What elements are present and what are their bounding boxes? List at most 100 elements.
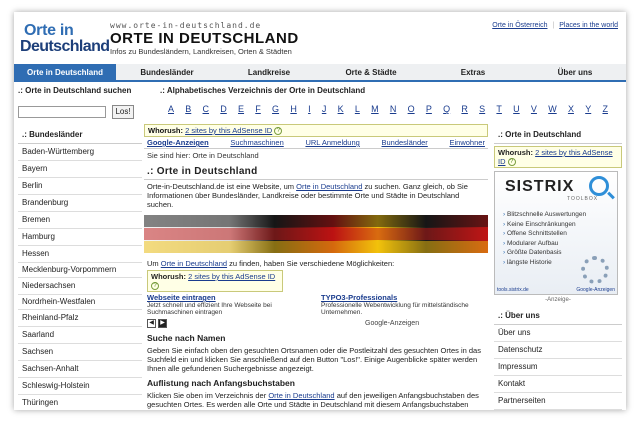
sistrix-feature: Größte Datenbasis (503, 248, 586, 258)
ad-webseite-eintragen[interactable]: Webseite eintragen Jetzt schnell und eff… (147, 294, 297, 317)
bundeslaender-list: Baden-Württemberg Bayern Berlin Brandenburg… (18, 144, 142, 410)
alphabet-letter-z[interactable]: Z (602, 104, 608, 114)
alphabet-letter-i[interactable]: I (308, 104, 311, 114)
alphabet-letter-h[interactable]: H (290, 104, 297, 114)
right-sidebar-heading: .: Orte in Deutschland (494, 124, 622, 144)
alphabet-letter-s[interactable]: S (479, 104, 485, 114)
ad-link-url-anmeldung[interactable]: URL Anmeldung (305, 138, 359, 147)
whorush-link[interactable]: 2 sites by this AdSense ID (185, 126, 272, 135)
sistrix-google-ads[interactable]: Google-Anzeigen (576, 287, 615, 293)
nav-orte-staedte[interactable]: Orte & Städte (320, 64, 422, 80)
alphabet-index: A B CD E F G H I J K L M N O P Q R S T U V W X Y Z (168, 104, 608, 114)
help-icon[interactable]: ? (507, 158, 516, 167)
site-subtitle: Infos zu Bundesländern, Landkreisen, Ort… (110, 47, 292, 56)
sistrix-url[interactable]: tools.sistrix.de (497, 287, 529, 293)
alphabet-letter-c[interactable]: C (203, 104, 210, 114)
google-ads-label[interactable]: Google-Anzeigen (365, 320, 419, 327)
alphabet-letter-n[interactable]: N (390, 104, 397, 114)
sidebar-item-rheinland-pfalz[interactable]: Rheinland-Pfalz (18, 310, 142, 327)
site-title: ORTE IN DEUTSCHLAND (110, 30, 299, 47)
site-url: www.orte-in-deutschland.de (110, 21, 262, 30)
ad-typo3-professionals[interactable]: TYPO3-Professionals Professionelle Weben… (321, 294, 471, 317)
ad-navigation: ◀ ▶ Google-Anzeigen (144, 317, 488, 330)
right-link-impressum[interactable]: Impressum (494, 359, 622, 377)
whorush-link-2[interactable]: 2 sites by this AdSense ID (188, 272, 275, 281)
ad-title[interactable]: Webseite eintragen (147, 294, 297, 302)
ad-link-google-anzeigen[interactable]: Google-Anzeigen (147, 138, 209, 147)
alphabet-letter-v[interactable]: V (531, 104, 537, 114)
help-icon[interactable]: ? (151, 282, 159, 291)
alphabet-letter-u[interactable]: U (513, 104, 520, 114)
sidebar-item-bayern[interactable]: Bayern (18, 161, 142, 178)
find-link[interactable]: Orte in Deutschland (161, 259, 227, 268)
sistrix-feature: Offene Schnittstellen (503, 229, 586, 239)
nav-landkreise[interactable]: Landkreise (218, 64, 320, 80)
right-link-partnerseiten[interactable]: Partnerseiten (494, 393, 622, 410)
top-links-separator: | (552, 22, 555, 29)
sidebar-item-th-ringen[interactable]: Thüringen (18, 395, 142, 410)
alphabet-letter-f[interactable]: F (255, 104, 261, 114)
search-button[interactable]: Los! (112, 105, 134, 119)
intro-link[interactable]: Orte in Deutschland (296, 182, 362, 191)
sidebar-item-bremen[interactable]: Bremen (18, 212, 142, 229)
alphabet-letter-t[interactable]: T (496, 104, 502, 114)
ad-title[interactable]: TYPO3-Professionals (321, 294, 471, 302)
alphabet-letter-p[interactable]: P (426, 104, 432, 114)
alphabet-letter-m[interactable]: M (371, 104, 379, 114)
alphabet-letter-q[interactable]: Q (443, 104, 450, 114)
nav-extras[interactable]: Extras (422, 64, 524, 80)
gear-icon (581, 256, 609, 285)
nav-orte-in-deutschland[interactable]: Orte in Deutschland (14, 64, 116, 80)
sidebar-item-hessen[interactable]: Hessen (18, 246, 142, 263)
alphabet-letter-a[interactable]: A (168, 104, 174, 114)
alphabet-letter-j[interactable]: J (322, 104, 327, 114)
site-logo[interactable]: Orte in Deutschland (20, 22, 110, 56)
main-content: Whorush: 2 sites by this AdSense ID ? Go… (144, 124, 488, 410)
right-link-datenschutz[interactable]: Datenschutz (494, 342, 622, 360)
prev-arrow-icon[interactable]: ◀ (147, 318, 156, 328)
sidebar-item-nordrhein-westfalen[interactable]: Nordrhein-Westfalen (18, 295, 142, 310)
sidebar-item-sachsen[interactable]: Sachsen (18, 344, 142, 361)
alphabet-letter-b[interactable]: B (185, 104, 191, 114)
ad-link-suchmaschinen[interactable]: Suchmaschinen (230, 138, 283, 147)
alphabet-letter-x[interactable]: X (568, 104, 574, 114)
ad-link-einwohner[interactable]: Einwohner (450, 138, 485, 147)
sidebar-item-schleswig-holstein[interactable]: Schleswig-Holstein (18, 378, 142, 395)
ad-link-bundeslaender[interactable]: Bundesländer (382, 138, 428, 147)
alphabet-letter-d[interactable]: D (220, 104, 227, 114)
alphabet-letter-e[interactable]: E (238, 104, 244, 114)
whorush-box-3: Whorush: 2 sites by this AdSense ID ? (494, 146, 622, 169)
sistrix-feature: längste Historie (503, 258, 586, 268)
sistrix-ad[interactable]: SISTRIX TOOLBOX Blitzschnelle Auswertung… (494, 171, 618, 296)
alphabet-letter-k[interactable]: K (338, 104, 344, 114)
sidebar-item-mecklenburg-vorpommern[interactable]: Mecklenburg-Vorpommern (18, 263, 142, 278)
sidebar-item-brandenburg[interactable]: Brandenburg (18, 195, 142, 212)
next-arrow-icon[interactable]: ▶ (158, 318, 167, 328)
alphabet-letter-g[interactable]: G (272, 104, 279, 114)
sidebar-item-berlin[interactable]: Berlin (18, 178, 142, 195)
find-before: Um (147, 259, 161, 269)
sidebar-item-saarland[interactable]: Saarland (18, 327, 142, 344)
link-orte-oesterreich[interactable]: Orte in Österreich (492, 22, 547, 29)
sidebar-item-hamburg[interactable]: Hamburg (18, 229, 142, 246)
alphabet-letter-l[interactable]: L (355, 104, 360, 114)
alphabet-letter-w[interactable]: W (548, 104, 557, 114)
alphabet-letter-o[interactable]: O (408, 104, 415, 114)
sidebar-item-sachsen-anhalt[interactable]: Sachsen-Anhalt (18, 361, 142, 378)
nav-ueber-uns[interactable]: Über uns (524, 64, 626, 80)
left-sidebar: .: Bundesländer Baden-Württemberg Bayern B… (18, 124, 142, 410)
alphabet-letter-r[interactable]: R (461, 104, 468, 114)
search-input[interactable] (18, 106, 106, 118)
germany-flag-banner (144, 215, 488, 254)
sistrix-footer: tools.sistrix.de Google-Anzeigen (497, 287, 615, 293)
sistrix-feature: Keine Einschränkungen (503, 220, 586, 230)
sidebar-item-baden-w-rttemberg[interactable]: Baden-Württemberg (18, 144, 142, 161)
help-icon[interactable]: ? (274, 127, 283, 136)
right-link--ber-uns[interactable]: Über uns (494, 325, 622, 343)
sidebar-item-niedersachsen[interactable]: Niedersachsen (18, 278, 142, 295)
nav-bundeslaender[interactable]: Bundesländer (116, 64, 218, 80)
section2-link[interactable]: Orte in Deutschland (268, 391, 334, 400)
alphabet-letter-y[interactable]: Y (585, 104, 591, 114)
right-link-kontakt[interactable]: Kontakt (494, 376, 622, 394)
link-places-world[interactable]: Places in the world (559, 22, 618, 29)
